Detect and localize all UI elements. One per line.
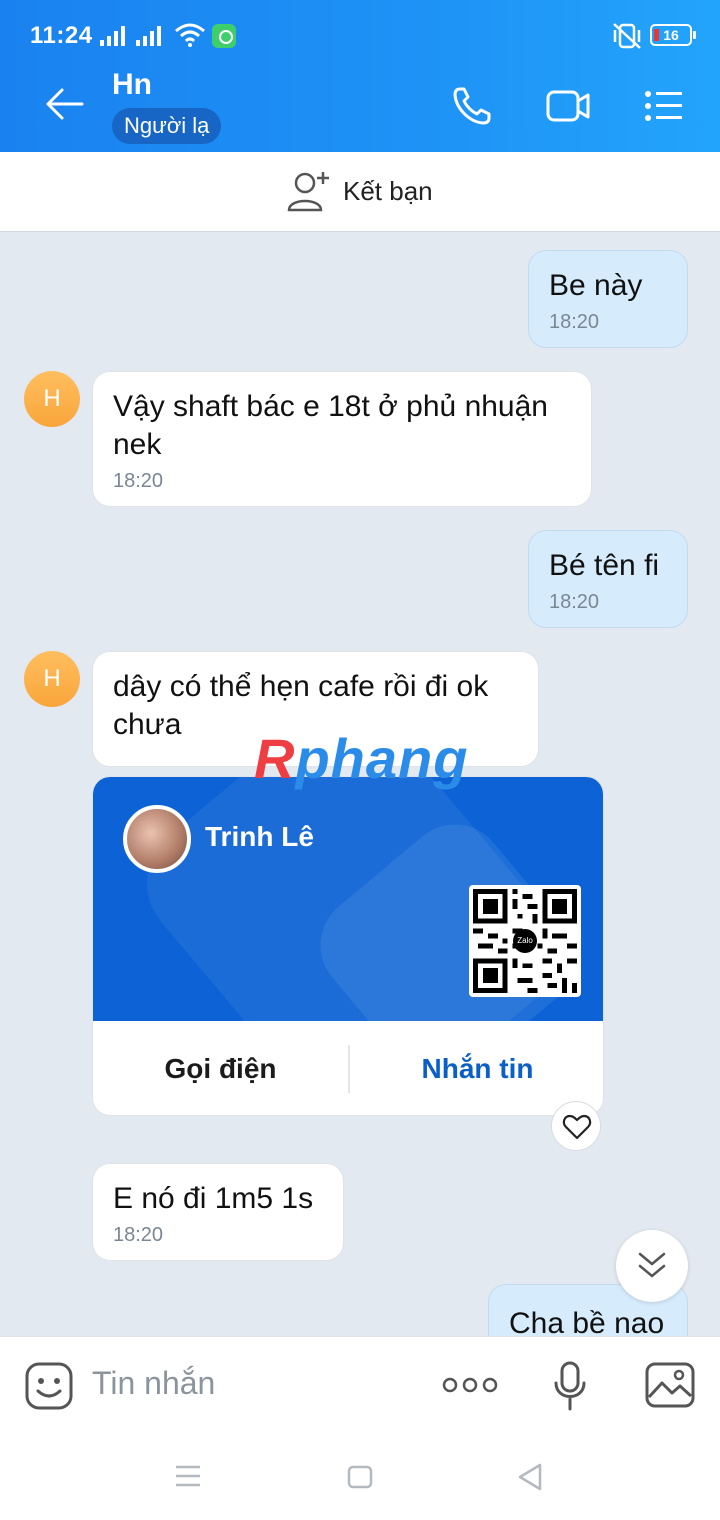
contact-card[interactable]: Trinh Lê Zalo Gọi điện Nhắn tin bbox=[92, 776, 604, 1116]
chat-header: 11:24 16 Hn Người lạ bbox=[0, 0, 720, 152]
back-nav-icon[interactable] bbox=[516, 1462, 544, 1492]
app-notification-icon bbox=[212, 24, 236, 48]
add-friend-icon bbox=[287, 172, 329, 212]
message-input[interactable]: Tin nhắn bbox=[92, 1365, 215, 1402]
message-time: 18:20 bbox=[113, 1224, 164, 1246]
sender-avatar[interactable]: H bbox=[24, 371, 80, 427]
options-menu-icon[interactable] bbox=[644, 86, 684, 126]
sticker-emoji-icon[interactable] bbox=[24, 1361, 74, 1411]
contact-name[interactable]: Hn bbox=[112, 68, 152, 102]
heart-icon bbox=[562, 1114, 592, 1140]
wifi-icon bbox=[175, 23, 205, 47]
message-bubble-outgoing[interactable]: Be này 18:20 bbox=[528, 250, 688, 348]
stranger-badge: Người lạ bbox=[112, 108, 222, 144]
message-time: 18:20 bbox=[113, 470, 164, 492]
phone-call-icon[interactable] bbox=[452, 86, 492, 126]
message-input-bar: Tin nhắn bbox=[0, 1336, 720, 1432]
back-arrow-icon[interactable] bbox=[44, 86, 84, 122]
sender-avatar[interactable]: H bbox=[24, 651, 80, 707]
double-chevron-down-icon bbox=[638, 1252, 666, 1278]
message-time: 18:20 bbox=[549, 311, 600, 333]
qr-code: Zalo bbox=[469, 885, 581, 997]
more-options-icon[interactable] bbox=[442, 1373, 498, 1397]
watermark-logo: Rphang bbox=[254, 727, 469, 790]
system-navigation-bar bbox=[0, 1432, 720, 1520]
message-text: E nó đi 1m5 1s bbox=[113, 1182, 314, 1215]
recent-apps-icon[interactable] bbox=[174, 1464, 202, 1488]
microphone-icon[interactable] bbox=[552, 1361, 588, 1411]
image-gallery-icon[interactable] bbox=[644, 1361, 696, 1409]
signal-icon bbox=[100, 26, 125, 46]
vibrate-mute-icon bbox=[613, 23, 641, 49]
react-heart-button[interactable] bbox=[551, 1101, 601, 1151]
message-text: Vậy shaft bác e 18t ở phủ nhuận nek bbox=[113, 390, 548, 461]
add-friend-label[interactable]: Kết bạn bbox=[343, 176, 433, 207]
message-bubble-outgoing[interactable]: Bé tên fi 18:20 bbox=[528, 530, 688, 628]
video-call-icon[interactable] bbox=[546, 86, 590, 126]
message-bubble-incoming[interactable]: Vậy shaft bác e 18t ở phủ nhuận nek 18:2… bbox=[92, 371, 592, 507]
zalo-logo: Zalo bbox=[513, 929, 537, 953]
message-text: Be này bbox=[549, 269, 643, 302]
home-icon[interactable] bbox=[346, 1464, 374, 1490]
contact-card-name: Trinh Lê bbox=[205, 821, 314, 852]
contact-card-banner: Trinh Lê Zalo bbox=[93, 777, 603, 1021]
message-time: 18:20 bbox=[549, 591, 600, 613]
scroll-to-bottom-button[interactable] bbox=[616, 1230, 688, 1302]
message-text: Bé tên fi bbox=[549, 549, 660, 582]
battery-indicator: 16 bbox=[650, 24, 696, 46]
card-call-button[interactable]: Gọi điện bbox=[93, 1045, 350, 1093]
signal-icon-2 bbox=[136, 26, 161, 46]
contact-card-avatar bbox=[123, 805, 191, 873]
status-time: 11:24 bbox=[30, 22, 93, 49]
status-bar: 11:24 16 bbox=[0, 0, 720, 56]
message-bubble-incoming[interactable]: E nó đi 1m5 1s 18:20 bbox=[92, 1163, 344, 1261]
add-friend-bar[interactable]: Kết bạn bbox=[0, 152, 720, 232]
